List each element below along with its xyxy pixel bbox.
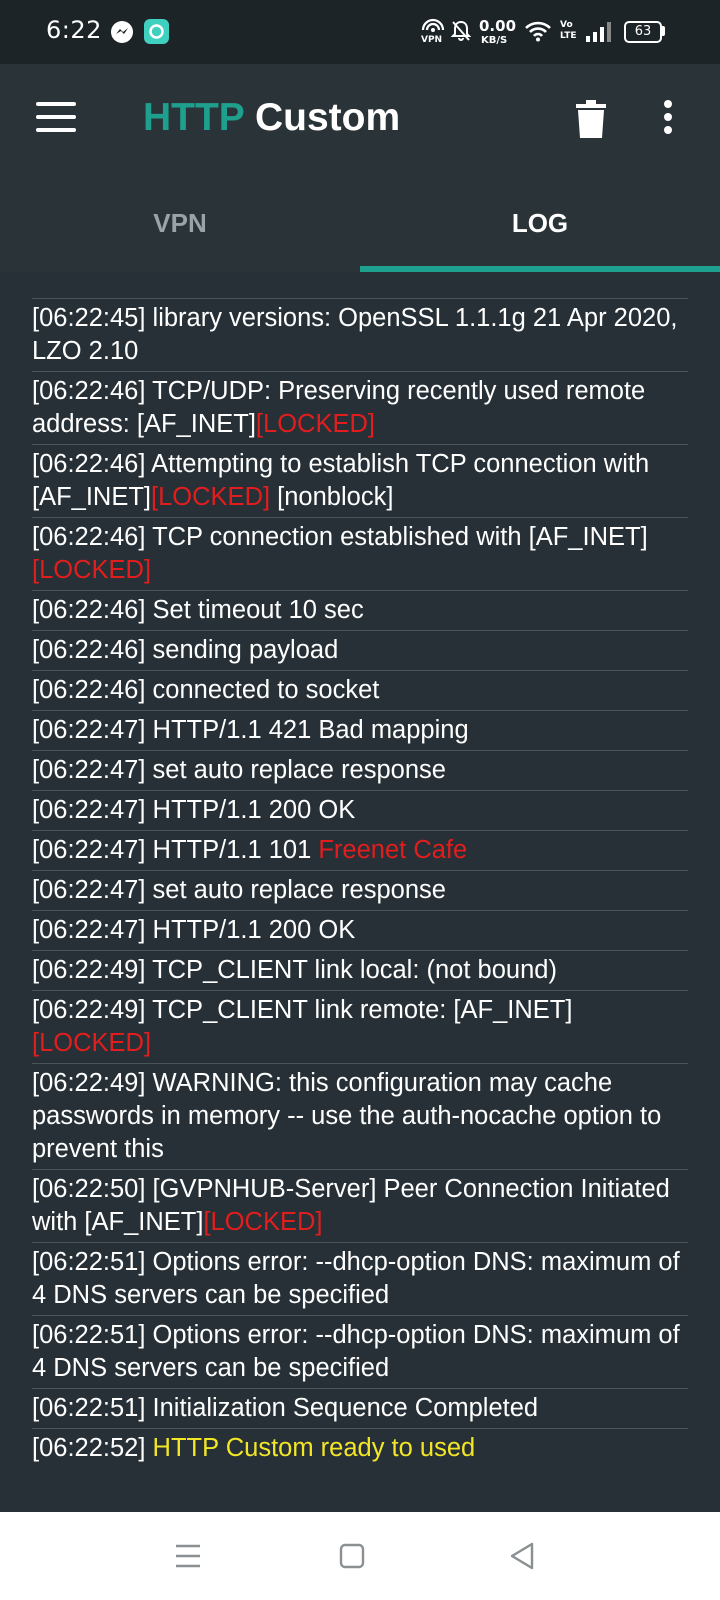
screen: 6:22 VPN 0.00 KB/S Vo LTE 63 HTTP Custom…: [0, 0, 720, 1600]
log-entry: [06:22:47] HTTP/1.1 200 OK: [32, 790, 688, 830]
log-message: Initialization Sequence Completed: [152, 1394, 539, 1422]
log-message: Set timeout 10 sec: [152, 596, 364, 624]
log-entry: [06:22:52] HTTP Custom ready to used: [32, 1428, 688, 1468]
log-message: TCP connection established with [AF_INET…: [152, 523, 648, 551]
log-timestamp: [06:22:47]: [32, 836, 146, 864]
app-title-part1: HTTP: [143, 96, 245, 139]
log-message: TCP_CLIENT link local: (not bound): [152, 956, 557, 984]
bell-muted-icon: [451, 20, 471, 41]
home-icon[interactable]: [334, 1538, 370, 1574]
log-message: HTTP/1.1 200 OK: [152, 916, 356, 944]
tab-bar: VPN LOG: [0, 174, 720, 272]
log-timestamp: [06:22:50]: [32, 1175, 146, 1203]
app-bar: HTTP Custom: [0, 64, 720, 174]
hamburger-menu-icon[interactable]: [36, 102, 76, 136]
net-speed-value: 0.00: [479, 17, 517, 35]
log-entry: [06:22:51] Options error: --dhcp-option …: [32, 1242, 688, 1315]
signal-icon: [586, 22, 611, 42]
vpn-hotspot-icon: [421, 18, 445, 32]
log-timestamp: [06:22:49]: [32, 956, 146, 984]
log-entry: [06:22:47] HTTP/1.1 200 OK: [32, 910, 688, 950]
trash-icon[interactable]: [576, 100, 606, 138]
log-message: TCP_CLIENT link remote: [AF_INET]: [152, 996, 573, 1024]
log-entry: [06:22:45] library versions: OpenSSL 1.1…: [32, 298, 688, 371]
net-speed-unit: KB/S: [481, 35, 508, 46]
log-timestamp: [06:22:46]: [32, 676, 146, 704]
log-timestamp: [06:22:46]: [32, 377, 146, 405]
log-message: sending payload: [152, 636, 339, 664]
log-timestamp: [06:22:47]: [32, 796, 146, 824]
volte-label: Vo LTE: [560, 20, 577, 41]
back-icon[interactable]: [504, 1538, 540, 1574]
more-options-icon[interactable]: [662, 100, 674, 138]
log-timestamp: [06:22:46]: [32, 450, 146, 478]
log-entry: [06:22:49] TCP_CLIENT link remote: [AF_I…: [32, 990, 688, 1063]
log-message: set auto replace response: [152, 756, 446, 784]
log-highlight-yellow: HTTP Custom ready to used: [152, 1434, 476, 1462]
log-highlight-red: [LOCKED]: [203, 1208, 323, 1236]
battery-tip: [662, 26, 665, 36]
recent-apps-icon[interactable]: [170, 1538, 206, 1574]
status-time: 6:22: [46, 16, 102, 44]
log-timestamp: [06:22:46]: [32, 596, 146, 624]
wifi-icon: [525, 21, 551, 42]
log-timestamp: [06:22:47]: [32, 716, 146, 744]
log-highlight-red: [LOCKED]: [255, 410, 375, 438]
log-message: HTTP/1.1 200 OK: [152, 796, 356, 824]
log-entry: [06:22:46] sending payload: [32, 630, 688, 670]
log-message: set auto replace response: [152, 876, 446, 904]
navigation-bar: [0, 1512, 720, 1600]
log-list: [06:22:45] library versions: OpenSSL 1.1…: [32, 288, 688, 1468]
log-timestamp: [06:22:51]: [32, 1394, 146, 1422]
log-timestamp: [06:22:46]: [32, 636, 146, 664]
log-highlight-red: [LOCKED]: [32, 556, 152, 584]
battery-icon: 63: [624, 21, 662, 43]
log-timestamp: [06:22:51]: [32, 1248, 146, 1276]
log-message: HTTP/1.1 101: [152, 836, 319, 864]
log-timestamp: [06:22:49]: [32, 1069, 146, 1097]
log-message: HTTP/1.1 421 Bad mapping: [152, 716, 469, 744]
vpn-label: VPN: [421, 35, 443, 45]
tab-log[interactable]: LOG: [360, 174, 720, 272]
log-timestamp: [06:22:51]: [32, 1321, 146, 1349]
battery-level: 63: [634, 24, 652, 39]
log-entry: [06:22:50] [GVPNHUB-Server] Peer Connect…: [32, 1169, 688, 1242]
log-highlight-red: [LOCKED]: [32, 1029, 152, 1057]
log-entry: [06:22:47] HTTP/1.1 101 Freenet Cafe: [32, 830, 688, 870]
app-title-part2: Custom: [254, 96, 401, 139]
log-timestamp: [06:22:47]: [32, 756, 146, 784]
status-bar: 6:22 VPN 0.00 KB/S Vo LTE 63: [0, 0, 720, 64]
app-notification-icon: [144, 19, 169, 44]
tab-vpn[interactable]: VPN: [0, 174, 360, 272]
log-entry: [06:22:46] Attempting to establish TCP c…: [32, 444, 688, 517]
log-entry-clipped: [32, 288, 688, 298]
log-timestamp: [06:22:47]: [32, 876, 146, 904]
log-entry: [06:22:46] connected to socket: [32, 670, 688, 710]
log-entry: [06:22:49] TCP_CLIENT link local: (not b…: [32, 950, 688, 990]
log-timestamp: [06:22:45]: [32, 304, 146, 332]
log-entry: [06:22:49] WARNING: this configuration m…: [32, 1063, 688, 1169]
log-entry: [06:22:47] set auto replace response: [32, 750, 688, 790]
log-entry: [06:22:46] Set timeout 10 sec: [32, 590, 688, 630]
log-entry: [06:22:47] HTTP/1.1 421 Bad mapping: [32, 710, 688, 750]
log-highlight-red: [LOCKED]: [151, 483, 271, 511]
log-message-suffix: [nonblock]: [270, 483, 394, 511]
log-entry: [06:22:46] TCP/UDP: Preserving recently …: [32, 371, 688, 444]
messenger-icon: [111, 21, 133, 43]
log-entry: [06:22:46] TCP connection established wi…: [32, 517, 688, 590]
log-timestamp: [06:22:46]: [32, 523, 146, 551]
log-entry: [06:22:51] Initialization Sequence Compl…: [32, 1388, 688, 1428]
log-view[interactable]: [06:22:45] library versions: OpenSSL 1.1…: [0, 272, 720, 1512]
log-timestamp: [06:22:52]: [32, 1434, 146, 1462]
log-timestamp: [06:22:47]: [32, 916, 146, 944]
log-highlight-red: Freenet Cafe: [318, 836, 468, 864]
app-title: HTTP Custom: [143, 96, 400, 140]
log-timestamp: [06:22:49]: [32, 996, 146, 1024]
log-entry: [06:22:47] set auto replace response: [32, 870, 688, 910]
log-entry: [06:22:51] Options error: --dhcp-option …: [32, 1315, 688, 1388]
log-message: connected to socket: [152, 676, 380, 704]
